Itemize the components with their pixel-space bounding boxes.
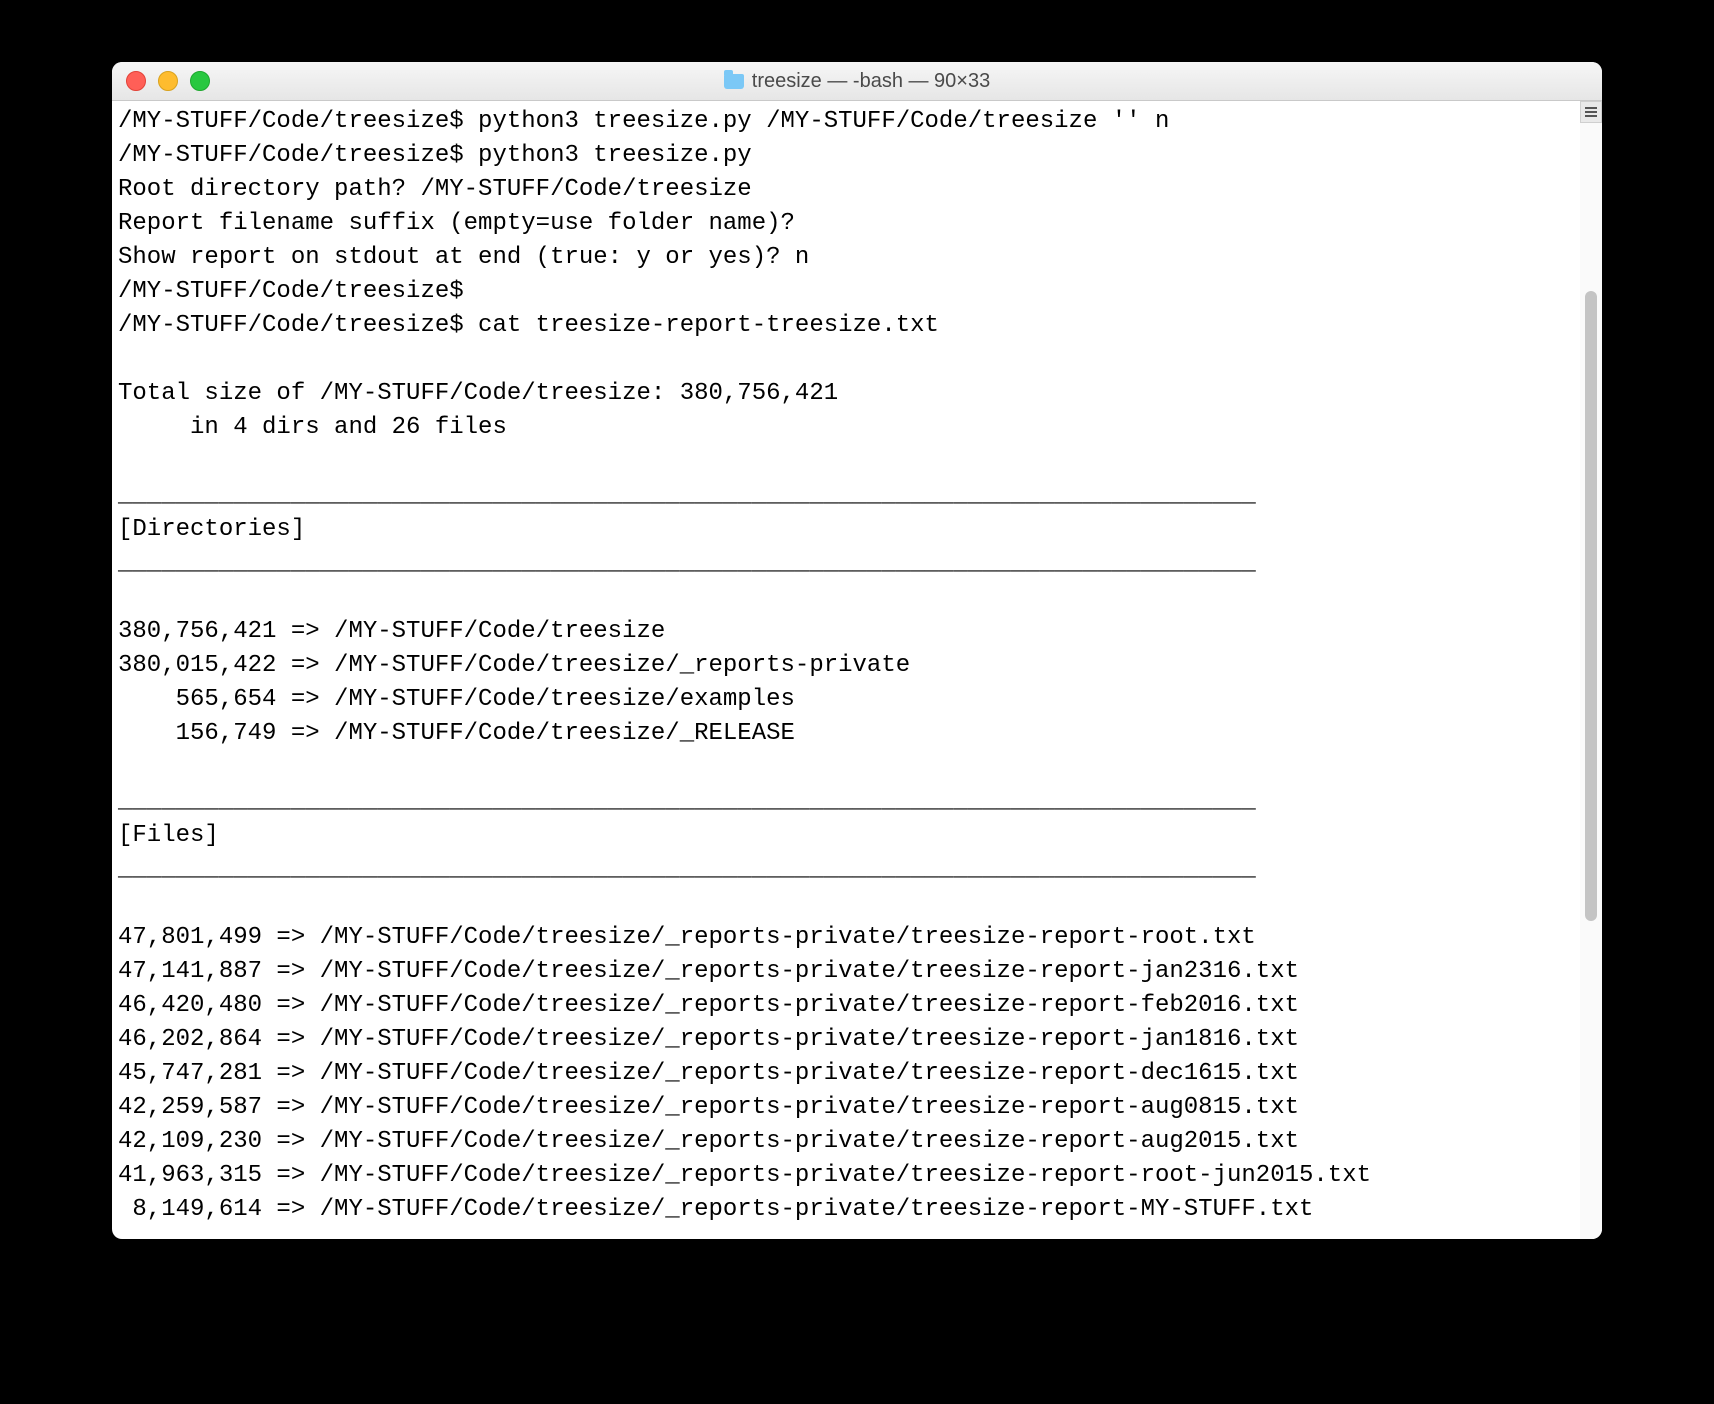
scrollbar-thumb[interactable] — [1585, 291, 1597, 921]
minimize-button[interactable] — [158, 71, 178, 91]
folder-icon — [724, 74, 744, 89]
close-button[interactable] — [126, 71, 146, 91]
scrollbar[interactable] — [1580, 101, 1602, 1239]
zoom-button[interactable] — [190, 71, 210, 91]
terminal-output[interactable]: /MY-STUFF/Code/treesize$ python3 treesiz… — [112, 101, 1602, 1227]
titlebar[interactable]: treesize — -bash — 90×33 — [112, 62, 1602, 101]
terminal-area[interactable]: /MY-STUFF/Code/treesize$ python3 treesiz… — [112, 101, 1602, 1239]
traffic-lights — [126, 71, 210, 91]
scrollbar-menu-button[interactable] — [1580, 101, 1602, 123]
window-title-text: treesize — -bash — 90×33 — [752, 70, 990, 93]
window-title: treesize — -bash — 90×33 — [112, 70, 1602, 93]
hamburger-icon — [1585, 107, 1597, 117]
terminal-window: treesize — -bash — 90×33 /MY-STUFF/Code/… — [112, 62, 1602, 1239]
